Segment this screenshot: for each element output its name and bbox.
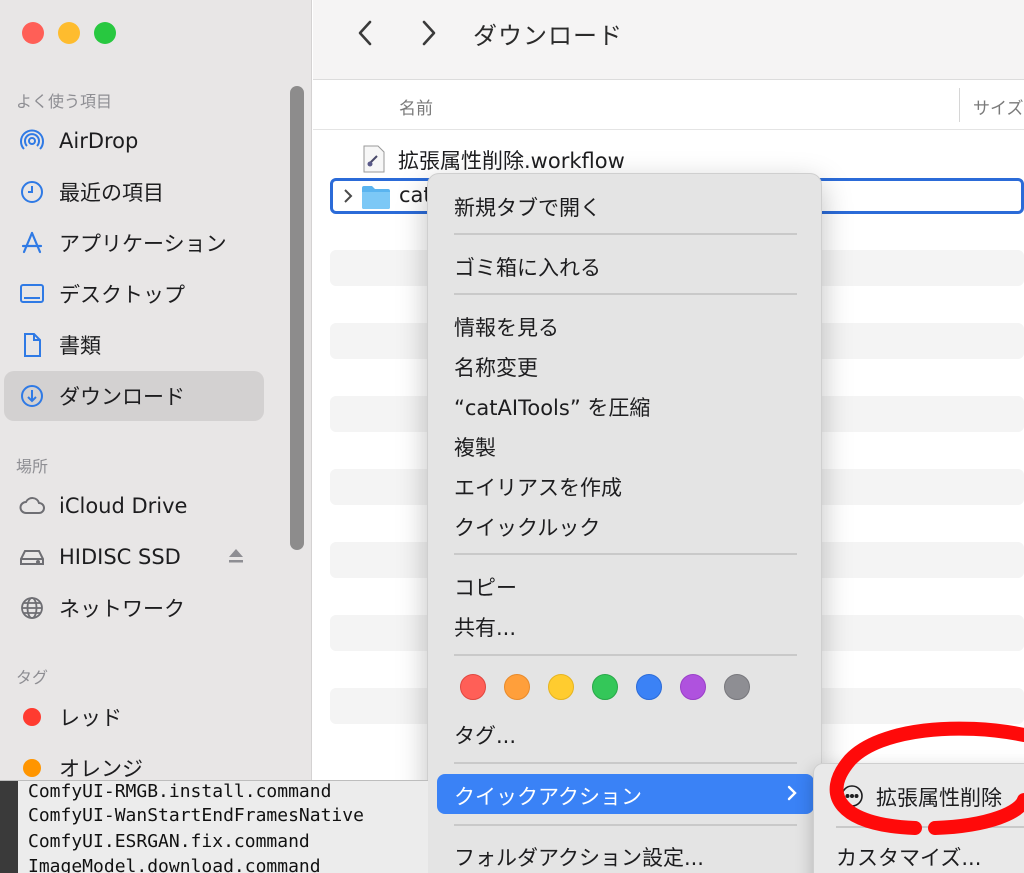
favorites-section-label: よく使う項目 xyxy=(16,92,113,111)
airdrop-icon xyxy=(18,127,46,155)
quick-actions-submenu: 拡張属性削除 カスタマイズ... xyxy=(813,763,1024,873)
menu-separator xyxy=(454,824,797,826)
sidebar-item-desktop[interactable]: デスクトップ xyxy=(4,269,264,319)
sidebar-item-icloud-drive[interactable]: iCloud Drive xyxy=(4,481,264,531)
sidebar-item-label: オレンジ xyxy=(59,757,143,781)
zoom-window-button[interactable] xyxy=(94,22,116,44)
sidebar-item-downloads[interactable]: ダウンロード xyxy=(4,371,264,421)
menu-item-get-info[interactable]: 情報を見る xyxy=(454,312,559,342)
minimize-window-button[interactable] xyxy=(58,22,80,44)
menu-item-tags[interactable]: タグ... xyxy=(454,720,516,750)
menu-item-quick-look[interactable]: クイックルック xyxy=(454,512,600,542)
menu-item-folder-actions[interactable]: フォルダアクション設定... xyxy=(454,842,704,872)
sidebar-item-hidisc-ssd[interactable]: HIDISC SSD xyxy=(4,532,264,582)
sidebar-item-label: ダウンロード xyxy=(59,385,185,409)
sidebar-item-label: レッド xyxy=(59,706,122,730)
tag-color-gray[interactable] xyxy=(724,674,750,700)
sidebar-item-label: AirDrop xyxy=(59,129,139,153)
menu-separator xyxy=(454,553,797,555)
globe-icon xyxy=(18,594,46,622)
menu-item-quick-actions[interactable]: クイックアクション xyxy=(437,774,814,814)
submenu-item-remove-xattr[interactable]: 拡張属性削除 xyxy=(876,782,1002,812)
download-icon xyxy=(18,382,46,410)
tag-dot-icon xyxy=(18,703,46,731)
sidebar-item-label: HIDISC SSD xyxy=(59,545,181,569)
locations-section-label: 場所 xyxy=(16,457,49,476)
menu-item-label: クイックアクション xyxy=(454,785,642,809)
sidebar-item-label: 書類 xyxy=(59,334,101,358)
sidebar-item-airdrop[interactable]: AirDrop xyxy=(4,116,264,166)
menu-item-copy[interactable]: コピー xyxy=(454,572,517,602)
sidebar-item-recents[interactable]: 最近の項目 xyxy=(4,167,264,217)
column-header: 名前 サイズ xyxy=(313,80,1024,130)
menu-separator xyxy=(454,762,797,764)
menu-item-open-new-tab[interactable]: 新規タブで開く xyxy=(454,192,601,222)
folder-icon xyxy=(361,184,391,214)
sidebar: よく使う項目 AirDrop 最近の項目 アプリケーション デスクトップ 書類 … xyxy=(0,0,312,873)
terminal-window: ComfyUI-RMGB.install.command ComfyUI-Wan… xyxy=(0,780,428,873)
menu-item-rename[interactable]: 名称変更 xyxy=(454,352,538,382)
menu-separator xyxy=(454,233,797,235)
workflow-icon xyxy=(362,145,386,177)
applications-icon xyxy=(18,229,46,257)
terminal-line: ComfyUI-RMGB.install.command xyxy=(28,781,332,802)
tag-color-red[interactable] xyxy=(460,674,486,700)
forward-button[interactable] xyxy=(413,18,443,48)
sidebar-item-label: デスクトップ xyxy=(59,283,185,307)
close-window-button[interactable] xyxy=(22,22,44,44)
sidebar-item-label: iCloud Drive xyxy=(59,494,188,518)
chevron-right-icon xyxy=(784,780,800,810)
eject-icon[interactable] xyxy=(226,546,246,570)
sidebar-item-label: 最近の項目 xyxy=(59,181,164,205)
toolbar: ダウンロード xyxy=(313,0,1024,80)
menu-item-duplicate[interactable]: 複製 xyxy=(454,432,496,462)
sidebar-item-documents[interactable]: 書類 xyxy=(4,320,264,370)
submenu-item-customize[interactable]: カスタマイズ... xyxy=(836,842,981,872)
menu-item-move-to-trash[interactable]: ゴミ箱に入れる xyxy=(454,252,601,282)
terminal-edge xyxy=(0,781,18,873)
window-title: ダウンロード xyxy=(473,22,623,50)
column-size-header[interactable]: サイズ xyxy=(973,94,1024,119)
menu-item-share[interactable]: 共有... xyxy=(454,612,516,642)
menu-separator xyxy=(454,654,797,656)
tag-color-orange[interactable] xyxy=(504,674,530,700)
sidebar-item-tag-red[interactable]: レッド xyxy=(4,692,264,742)
tags-section-label: タグ xyxy=(16,668,49,687)
column-name-header[interactable]: 名前 xyxy=(399,94,433,119)
list-item[interactable]: 拡張属性削除.workflow xyxy=(330,141,1024,177)
tag-color-yellow[interactable] xyxy=(548,674,574,700)
sidebar-item-applications[interactable]: アプリケーション xyxy=(4,218,264,268)
desktop-icon xyxy=(18,280,46,308)
document-icon xyxy=(18,331,46,359)
sidebar-item-network[interactable]: ネットワーク xyxy=(4,583,264,633)
cloud-icon xyxy=(18,492,46,520)
terminal-line: ImageModel.download.command xyxy=(28,856,321,873)
menu-separator xyxy=(454,293,797,295)
tag-color-blue[interactable] xyxy=(636,674,662,700)
file-name: 拡張属性削除.workflow xyxy=(398,149,625,173)
disclosure-chevron-icon[interactable] xyxy=(341,186,355,210)
column-divider xyxy=(959,88,960,122)
sidebar-item-label: アプリケーション xyxy=(59,232,227,256)
back-button[interactable] xyxy=(351,18,381,48)
terminal-line: ComfyUI-WanStartEndFramesNative xyxy=(28,805,364,826)
tag-color-purple[interactable] xyxy=(680,674,706,700)
more-circle-icon xyxy=(840,784,864,812)
tag-dot-icon xyxy=(18,754,46,782)
menu-separator xyxy=(836,826,1024,828)
sidebar-scrollbar[interactable] xyxy=(290,86,304,550)
clock-icon xyxy=(18,178,46,206)
sidebar-item-label: ネットワーク xyxy=(59,597,185,621)
context-menu: 新規タブで開く ゴミ箱に入れる 情報を見る 名称変更 “catAITools” … xyxy=(427,173,822,873)
menu-item-compress[interactable]: “catAITools” を圧縮 xyxy=(454,392,650,422)
tag-color-green[interactable] xyxy=(592,674,618,700)
terminal-line: ComfyUI.ESRGAN.fix.command xyxy=(28,831,310,852)
menu-item-make-alias[interactable]: エイリアスを作成 xyxy=(454,472,622,502)
drive-icon xyxy=(18,543,46,571)
